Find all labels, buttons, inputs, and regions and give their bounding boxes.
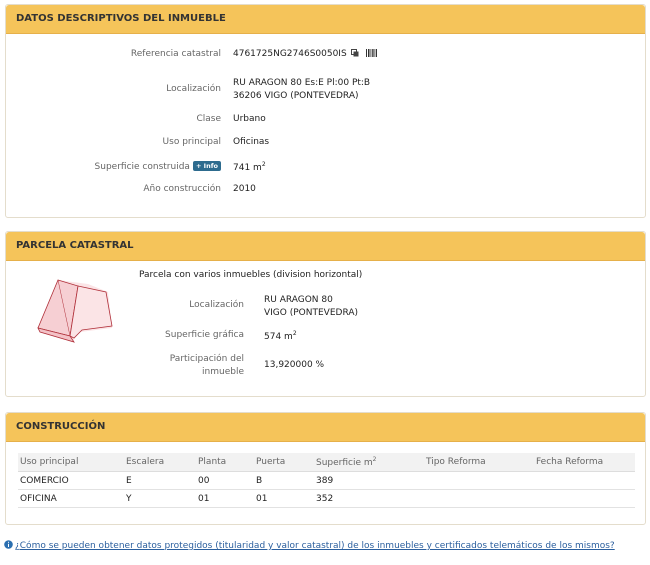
footer: ¿Cómo se pueden obtener datos protegidos… [4, 540, 615, 551]
copy-icon[interactable] [350, 49, 359, 57]
parcel-map[interactable] [30, 276, 130, 346]
ano-construccion-label: Año construcción [143, 184, 221, 194]
localizacion-value: RU ARAGON 80 Es:E Pl:00 Pt:B 36206 VIGO … [233, 77, 370, 103]
info-badge[interactable]: + Info [192, 161, 221, 171]
col-superficie: Superficie m2 [314, 453, 424, 472]
construccion-header-row: Uso principal Escalera Planta Puerta Sup… [18, 453, 635, 472]
barcode-icon[interactable] [365, 49, 377, 57]
parcela-localizacion-value: RU ARAGON 80 VIGO (PONTEVEDRA) [264, 294, 358, 320]
cell-superficie: 389 [314, 471, 424, 490]
superficie-construida-value: 741 m [233, 163, 262, 173]
question-circle-icon [4, 540, 13, 549]
col-superficie-label: Superficie m [316, 458, 373, 468]
ano-construccion-value: 2010 [233, 184, 256, 194]
table-row: OFICINA Y 01 01 352 [18, 489, 635, 508]
ref-catastral-label: Referencia catastral [130, 49, 221, 59]
participacion-label: Participación del inmueble [136, 353, 244, 379]
construccion-table: Uso principal Escalera Planta Puerta Sup… [18, 453, 635, 508]
superficie-construida-value-wrap: 741 m2 [233, 161, 266, 173]
cell-escalera: E [124, 471, 196, 490]
superficie-grafica-label: Superficie gráfica [165, 330, 244, 340]
table-row: COMERCIO E 00 B 389 [18, 471, 635, 490]
inmueble-panel-title: DATOS DESCRIPTIVOS DEL INMUEBLE [6, 5, 645, 34]
uso-principal-value: Oficinas [233, 137, 270, 147]
parcela-panel: PARCELA CATASTRAL Parcela con varios inm… [5, 231, 646, 397]
localizacion-line1: RU ARAGON 80 Es:E Pl:00 Pt:B [233, 78, 371, 88]
parcela-panel-title: PARCELA CATASTRAL [6, 232, 645, 261]
participacion-label-line1: Participación del [169, 354, 244, 364]
cell-superficie: 352 [314, 489, 424, 508]
cell-fecha-reforma [534, 471, 635, 490]
construccion-panel: CONSTRUCCIÓN Uso principal Escalera Plan… [5, 412, 646, 525]
cell-planta: 00 [196, 471, 254, 490]
superficie-construida-label: Superficie construida [94, 162, 190, 172]
inmueble-panel: DATOS DESCRIPTIVOS DEL INMUEBLE Referenc… [5, 4, 646, 218]
parcela-localizacion-line1: RU ARAGON 80 [264, 295, 333, 305]
superficie-construida-sup: 2 [261, 161, 266, 168]
participacion-label-line2: inmueble [202, 367, 244, 377]
clase-label: Clase [196, 114, 221, 124]
localizacion-label: Localización [166, 84, 221, 94]
col-escalera: Escalera [124, 453, 196, 472]
construccion-panel-title: CONSTRUCCIÓN [6, 413, 645, 442]
localizacion-line2: 36206 VIGO (PONTEVEDRA) [233, 91, 359, 101]
cell-uso: COMERCIO [18, 471, 124, 490]
cell-escalera: Y [124, 489, 196, 508]
col-superficie-sup: 2 [372, 456, 377, 463]
cell-fecha-reforma [534, 489, 635, 508]
col-planta: Planta [196, 453, 254, 472]
cell-tipo-reforma [424, 489, 534, 508]
col-tipo-reforma: Tipo Reforma [424, 453, 534, 472]
cell-tipo-reforma [424, 471, 534, 490]
parcela-description: Parcela con varios inmuebles (division h… [139, 270, 363, 280]
ref-catastral-value-wrap: 4761725NG2746S0050IS [233, 49, 377, 59]
parcela-localizacion-label: Localización [189, 300, 244, 310]
col-fecha-reforma: Fecha Reforma [534, 453, 635, 472]
cell-puerta: B [254, 471, 314, 490]
col-uso-principal: Uso principal [18, 453, 124, 472]
superficie-grafica-sup: 2 [292, 330, 297, 337]
superficie-construida-label-wrap: Superficie construida + Info [61, 161, 221, 172]
parcela-localizacion-line2: VIGO (PONTEVEDRA) [264, 308, 358, 318]
cell-puerta: 01 [254, 489, 314, 508]
superficie-grafica-value: 574 m [264, 332, 293, 342]
superficie-grafica-value-wrap: 574 m2 [264, 330, 297, 342]
protected-data-link[interactable]: ¿Cómo se pueden obtener datos protegidos… [15, 541, 615, 551]
ref-catastral-value: 4761725NG2746S0050IS [233, 49, 347, 59]
cell-uso: OFICINA [18, 489, 124, 508]
clase-value: Urbano [233, 114, 266, 124]
col-puerta: Puerta [254, 453, 314, 472]
participacion-value: 13,920000 % [264, 360, 325, 370]
cell-planta: 01 [196, 489, 254, 508]
uso-principal-label: Uso principal [162, 137, 221, 147]
